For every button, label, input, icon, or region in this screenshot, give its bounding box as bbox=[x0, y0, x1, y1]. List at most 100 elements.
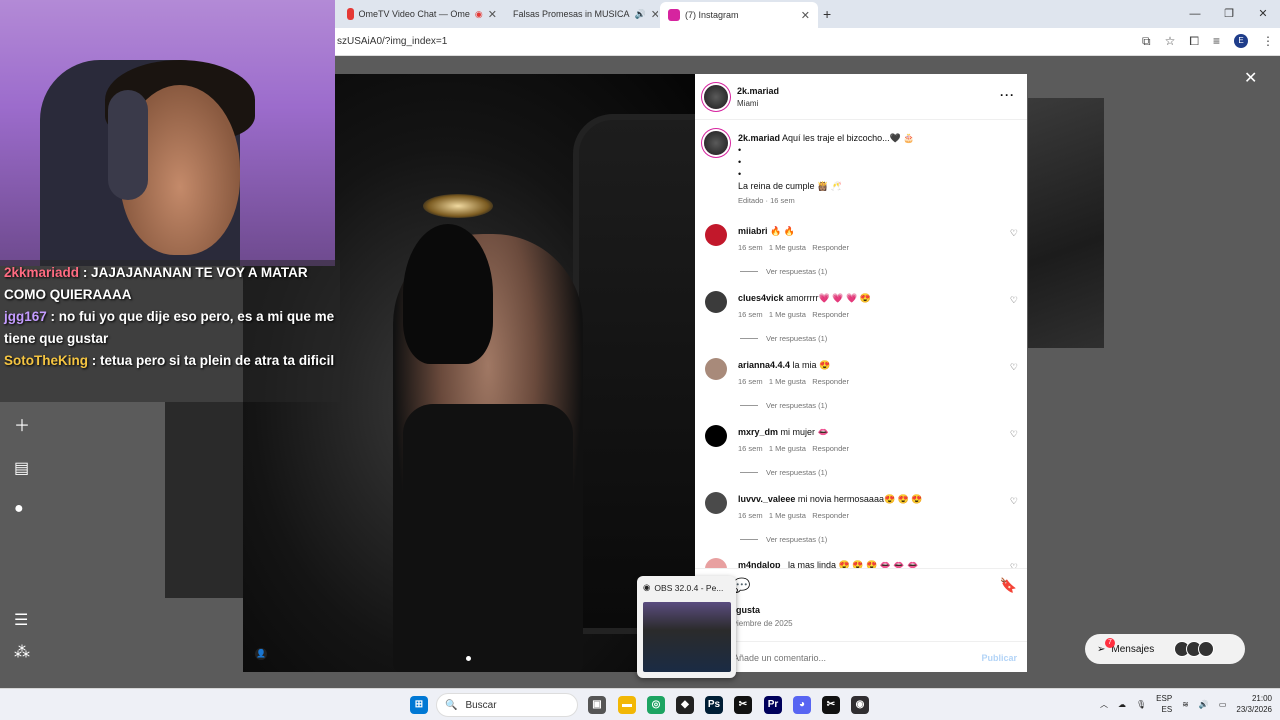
discord-icon[interactable]: ◕ bbox=[793, 696, 811, 714]
record-icon: ◉ bbox=[474, 8, 483, 19]
menu-icon[interactable]: ☰ bbox=[14, 610, 30, 630]
close-tab-icon[interactable]: ✕ bbox=[651, 8, 658, 21]
new-tab-button[interactable]: + bbox=[823, 4, 831, 24]
tab-instagram[interactable]: (7) Instagram ✕ bbox=[660, 2, 818, 28]
window-close-icon[interactable]: ✕ bbox=[1246, 0, 1280, 28]
like-heart-icon[interactable]: ♡ bbox=[1010, 362, 1018, 373]
close-tab-icon[interactable]: ✕ bbox=[801, 9, 810, 22]
avatar[interactable] bbox=[705, 492, 727, 514]
comment-item: luvvv._valeee mi novia hermosaaaa😍 😍 😍 1… bbox=[695, 488, 1027, 555]
profile-avatar-icon[interactable]: ● bbox=[14, 500, 30, 518]
obs-preview-image bbox=[643, 602, 731, 672]
avatar[interactable] bbox=[705, 224, 727, 246]
like-heart-icon[interactable]: ♡ bbox=[1010, 429, 1018, 440]
photoshop-icon[interactable]: Ps bbox=[705, 696, 723, 714]
profile-avatar[interactable]: E bbox=[1234, 34, 1248, 48]
avatar[interactable] bbox=[705, 425, 727, 447]
comment-item: mxry_dm mi mujer 👄 16 sem 1 Me gusta Res… bbox=[695, 421, 1027, 488]
restore-icon[interactable]: ❐ bbox=[1212, 0, 1246, 28]
instagram-icon bbox=[668, 9, 680, 21]
comment-item: miiabri 🔥 🔥 16 sem 1 Me gusta Responder … bbox=[695, 220, 1027, 287]
close-icon[interactable]: ✕ bbox=[1244, 68, 1257, 88]
chat-message: 2kkmariadd : JAJAJANANAN TE VOY A MATAR … bbox=[4, 265, 308, 302]
task-view-icon[interactable]: ▣ bbox=[588, 696, 606, 714]
avatar[interactable] bbox=[704, 85, 728, 109]
extensions-icon[interactable]: ⧠ bbox=[1189, 34, 1199, 49]
threads-icon[interactable]: ⁂ bbox=[14, 642, 30, 662]
search-icon: 🔍 bbox=[445, 699, 458, 711]
next-post-preview[interactable] bbox=[1028, 98, 1104, 348]
cast-icon[interactable]: ⧉ bbox=[1142, 34, 1151, 49]
view-replies[interactable]: Ver respuestas (1) bbox=[740, 468, 827, 477]
post-date: viembre de 2025 bbox=[733, 619, 793, 628]
post-username[interactable]: 2k.mariad bbox=[737, 86, 779, 96]
publish-button[interactable]: Publicar bbox=[981, 653, 1017, 663]
capcut-icon[interactable]: ✂ bbox=[822, 696, 840, 714]
app-icon[interactable]: ◆ bbox=[676, 696, 694, 714]
messages-badge: 7 bbox=[1105, 638, 1115, 648]
post-footer: 💬 🔖 gusta viembre de 2025 Publicar bbox=[695, 568, 1027, 672]
url-text[interactable]: szUSAiA0/?img_index=1 bbox=[337, 36, 447, 47]
like-heart-icon[interactable]: ♡ bbox=[1010, 228, 1018, 239]
create-icon[interactable]: ＋ bbox=[14, 412, 30, 436]
obs-icon[interactable]: ◉ bbox=[851, 696, 869, 714]
windows-start-icon[interactable]: ⊞ bbox=[410, 696, 428, 714]
obs-icon: ◉ bbox=[643, 582, 651, 592]
post-header: 2k.mariad Miami ··· bbox=[695, 74, 1027, 120]
chevron-up-icon[interactable]: ︿ bbox=[1100, 699, 1108, 710]
likes-count[interactable]: gusta bbox=[736, 605, 760, 615]
like-heart-icon[interactable]: ♡ bbox=[1010, 295, 1018, 306]
battery-icon[interactable]: ▭ bbox=[1219, 700, 1227, 709]
file-explorer-icon[interactable]: ▬ bbox=[618, 696, 636, 714]
obs-taskbar-preview[interactable]: ◉ OBS 32.0.4 - Pe... bbox=[637, 576, 736, 678]
clock[interactable]: 21:00 23/3/2026 bbox=[1236, 693, 1272, 715]
carousel-dot bbox=[466, 656, 471, 661]
avatar[interactable] bbox=[705, 558, 727, 568]
bookmark-star-icon[interactable]: ☆ bbox=[1165, 34, 1176, 49]
minimize-icon[interactable]: — bbox=[1178, 0, 1212, 28]
taskbar-search[interactable]: 🔍 Buscar bbox=[436, 693, 578, 717]
caption-avatar[interactable] bbox=[704, 131, 728, 155]
avatar[interactable] bbox=[705, 358, 727, 380]
close-tab-icon[interactable]: ✕ bbox=[488, 8, 497, 21]
send-icon: ➢ bbox=[1097, 643, 1106, 655]
bookmark-icon[interactable]: 🔖 bbox=[1000, 577, 1017, 594]
view-replies[interactable]: Ver respuestas (1) bbox=[740, 401, 827, 410]
tagged-user-icon[interactable]: 👤 bbox=[255, 648, 267, 660]
dashboard-icon[interactable]: ▤ bbox=[14, 458, 30, 478]
address-bar: szUSAiA0/?img_index=1 ⧉ ☆ ⧠ ≡ E ⋮ bbox=[335, 28, 1280, 56]
post-location[interactable]: Miami bbox=[737, 99, 779, 108]
view-replies[interactable]: Ver respuestas (1) bbox=[740, 334, 827, 343]
messages-button[interactable]: ➢ 7 Mensajes bbox=[1085, 634, 1245, 664]
tab-bar: OmeTV Video Chat — Ome ◉ ✕ Falsas Promes… bbox=[335, 0, 1280, 28]
view-replies[interactable]: Ver respuestas (1) bbox=[740, 267, 827, 276]
volume-icon[interactable]: 🔊 bbox=[1199, 700, 1209, 709]
comment-item: m4ndalop_ la mas linda 😍 😍 😍 👄 👄 👄 ♡ bbox=[695, 554, 1027, 568]
tab-ometv[interactable]: OmeTV Video Chat — Ome ◉ ✕ bbox=[347, 4, 497, 24]
message-avatars bbox=[1174, 641, 1215, 657]
browser-toolbar: ⧉ ☆ ⧠ ≡ E ⋮ bbox=[1142, 34, 1274, 49]
network-icon[interactable]: ☁ bbox=[1118, 700, 1126, 709]
more-options-icon[interactable]: ··· bbox=[1000, 88, 1015, 102]
background-post-left bbox=[165, 402, 245, 598]
tab-youtube[interactable]: Falsas Promesas in MUSICA 🔊 ✕ bbox=[508, 4, 658, 24]
chat-message: jgg167 : no fui yo que dije eso pero, es… bbox=[4, 309, 335, 346]
media-icon[interactable]: ≡ bbox=[1213, 34, 1220, 49]
language-indicator[interactable]: ESP ES bbox=[1156, 693, 1172, 715]
headphones bbox=[108, 90, 148, 200]
like-heart-icon[interactable]: ♡ bbox=[1010, 496, 1018, 507]
premiere-icon[interactable]: Pr bbox=[764, 696, 782, 714]
capcut-icon[interactable]: ✂ bbox=[734, 696, 752, 714]
view-replies[interactable]: Ver respuestas (1) bbox=[740, 535, 827, 544]
menu-dots-icon[interactable]: ⋮ bbox=[1262, 34, 1274, 49]
comment-input[interactable] bbox=[733, 653, 933, 663]
audio-icon[interactable]: 🔊 bbox=[635, 9, 646, 20]
post-panel: 2k.mariad Miami ··· 2k.mariad Aquí les t… bbox=[695, 74, 1027, 672]
avatar[interactable] bbox=[705, 291, 727, 313]
post-caption: 2k.mariad Aquí les traje el bizcocho...🖤… bbox=[738, 133, 915, 205]
wifi-icon[interactable]: ≋ bbox=[1182, 700, 1189, 709]
chrome-icon[interactable]: ◎ bbox=[647, 696, 665, 714]
comment-item: clues4vick amorrrrr💗 💗 💗 😍 16 sem 1 Me g… bbox=[695, 287, 1027, 354]
mic-icon[interactable]: 🎙 bbox=[1136, 700, 1146, 709]
caption-username[interactable]: 2k.mariad bbox=[738, 133, 780, 143]
